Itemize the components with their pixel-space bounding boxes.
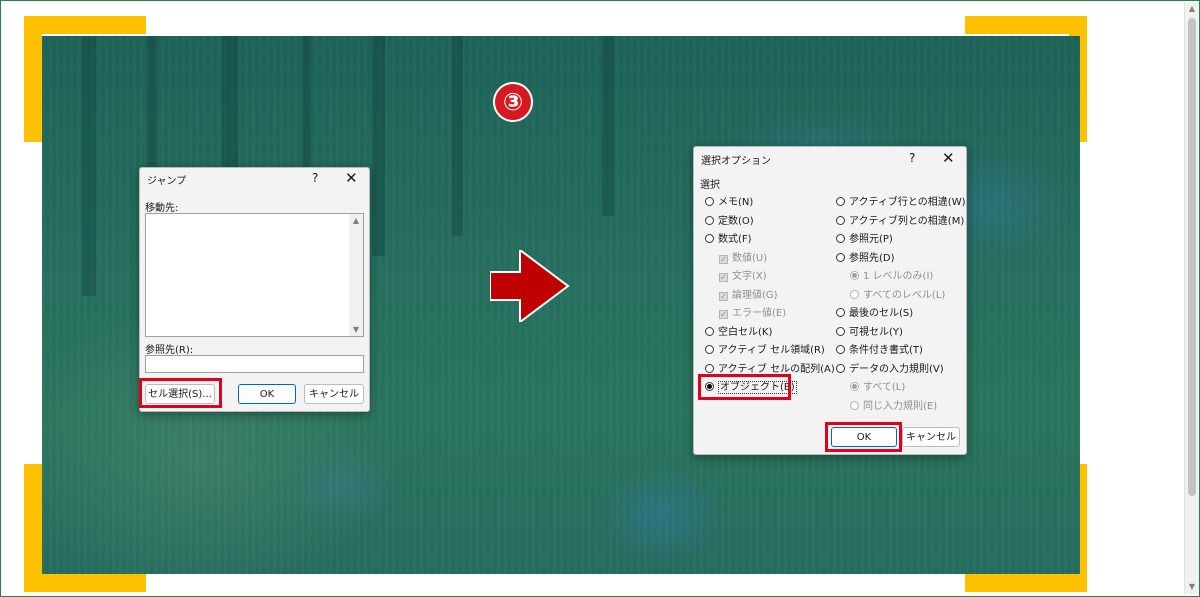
- option-label: アクティブ セルの配列(A): [718, 363, 835, 375]
- option-label: 文字(X): [732, 271, 767, 282]
- checkbox-icon: ✓: [719, 310, 728, 319]
- reference-label: 参照先(R):: [145, 345, 194, 356]
- option-label: 数値(U): [732, 252, 768, 264]
- option-label: 参照先(D): [849, 252, 895, 264]
- option-label: 数式(F): [718, 234, 752, 245]
- right-arrow-icon: [490, 250, 570, 322]
- reference-input[interactable]: [145, 355, 364, 373]
- scroll-down-icon[interactable]: ▼: [1185, 580, 1199, 594]
- highlight-ok-button: [825, 422, 902, 452]
- option-radio[interactable]: 条件付き書式(T): [836, 343, 923, 359]
- close-icon[interactable]: ✕: [345, 169, 358, 187]
- option-radio: 1 レベルのみ(I): [850, 269, 933, 285]
- cancel-button[interactable]: キャンセル: [902, 427, 960, 447]
- option-label: すべてのレベル(L): [863, 289, 946, 301]
- option-checkbox: ✓ 文字(X): [719, 269, 767, 285]
- option-radio: 同じ入力規則(E): [850, 399, 937, 415]
- scrollbar-thumb[interactable]: [1188, 18, 1196, 496]
- checkbox-icon: ✓: [719, 254, 728, 264]
- option-radio[interactable]: メモ(N): [705, 195, 753, 211]
- option-radio[interactable]: 定数(O): [705, 214, 754, 230]
- option-checkbox: ✓ 数値(U): [719, 251, 767, 267]
- radio-icon: [850, 400, 859, 410]
- option-label: アクティブ セル領域(R): [718, 345, 825, 356]
- scroll-up-icon[interactable]: ▲: [349, 216, 363, 225]
- radio-icon[interactable]: [836, 326, 845, 336]
- option-radio[interactable]: アクティブ行との相違(W): [836, 195, 966, 211]
- option-radio[interactable]: 可視セル(Y): [836, 325, 903, 341]
- jump-dialog-title: ジャンプ: [147, 176, 187, 187]
- radio-icon[interactable]: [705, 363, 714, 373]
- option-radio[interactable]: データの入力規則(V): [836, 362, 944, 378]
- radio-icon: [850, 382, 859, 391]
- goto-list[interactable]: ▲ ▼: [145, 213, 364, 337]
- option-radio[interactable]: 参照先(D): [836, 251, 895, 267]
- option-label: 空白セル(K): [718, 326, 773, 338]
- option-checkbox: ✓ 論理値(G): [719, 288, 778, 304]
- radio-icon[interactable]: [705, 326, 714, 336]
- radio-icon: [850, 289, 859, 299]
- option-radio[interactable]: 空白セル(K): [705, 325, 772, 341]
- highlight-object-option: [698, 374, 791, 400]
- radio-icon[interactable]: [705, 345, 714, 354]
- option-label: データの入力規則(V): [849, 363, 944, 375]
- goto-label: 移動先:: [145, 203, 179, 214]
- corner-mark-bottom-left-side: [24, 464, 42, 592]
- option-radio: すべて(L): [850, 380, 905, 396]
- corner-mark-top-left-side: [24, 16, 42, 142]
- jump-dialog-titlebar: ジャンプ ? ✕: [140, 168, 369, 190]
- option-label: アクティブ行との相違(W): [849, 197, 966, 208]
- option-radio[interactable]: 数式(F): [705, 232, 752, 248]
- radio-icon[interactable]: [836, 234, 845, 243]
- scroll-down-icon[interactable]: ▼: [349, 325, 363, 334]
- radio-icon[interactable]: [836, 215, 845, 225]
- select-dialog-titlebar: 選択オプション ? ✕: [694, 147, 966, 169]
- page-scrollbar[interactable]: ▲ ▼: [1184, 2, 1199, 594]
- option-label: 同じ入力規則(E): [863, 400, 938, 412]
- help-icon[interactable]: ?: [312, 171, 318, 185]
- option-label: 参照元(P): [849, 234, 893, 245]
- radio-icon[interactable]: [836, 197, 845, 206]
- select-dialog-title: 選択オプション: [701, 156, 771, 167]
- checkbox-icon: ✓: [719, 291, 728, 301]
- option-label: 条件付き書式(T): [849, 345, 923, 356]
- option-label: メモ(N): [718, 197, 754, 208]
- radio-icon[interactable]: [705, 234, 714, 243]
- radio-icon[interactable]: [705, 197, 714, 206]
- option-label: 最後のセル(S): [849, 308, 914, 319]
- step-number-badge: ③: [493, 82, 533, 122]
- help-icon[interactable]: ?: [909, 151, 915, 165]
- select-options-dialog: 選択オプション ? ✕ 選択 メモ(N) 定数(O) 数式(F) ✓ 数値(U) ✓ 文字(…: [693, 146, 967, 455]
- corner-mark-top-left: [24, 16, 146, 34]
- highlight-special-button: [139, 378, 222, 408]
- option-checkbox: ✓ エラー値(E): [719, 306, 786, 322]
- cancel-button[interactable]: キャンセル: [304, 384, 364, 404]
- corner-mark-bottom-left: [24, 574, 146, 592]
- option-label: 論理値(G): [732, 289, 778, 301]
- radio-icon[interactable]: [836, 345, 845, 354]
- scroll-up-icon[interactable]: ▲: [1185, 2, 1199, 16]
- option-radio[interactable]: 参照元(P): [836, 232, 893, 248]
- option-label: 定数(O): [718, 215, 754, 227]
- option-label: すべて(L): [863, 382, 906, 393]
- option-radio: すべてのレベル(L): [850, 288, 945, 304]
- select-group-label: 選択: [700, 180, 720, 191]
- option-label: エラー値(E): [732, 308, 787, 319]
- radio-icon[interactable]: [705, 215, 714, 225]
- radio-icon[interactable]: [836, 252, 845, 262]
- goto-list-scrollbar[interactable]: ▲ ▼: [349, 214, 363, 336]
- radio-icon[interactable]: [836, 363, 845, 373]
- option-radio[interactable]: 最後のセル(S): [836, 306, 913, 322]
- option-label: アクティブ列との相違(M): [849, 215, 965, 227]
- option-label: 1 レベルのみ(I): [863, 271, 934, 282]
- jump-dialog: ジャンプ ? ✕ 移動先: ▲ ▼ 参照先(R): セル選択(S)... OK …: [139, 167, 370, 412]
- checkbox-icon: ✓: [719, 273, 728, 282]
- radio-icon: [850, 271, 859, 280]
- option-label: 可視セル(Y): [849, 326, 903, 338]
- option-radio[interactable]: アクティブ列との相違(M): [836, 214, 964, 230]
- ok-button[interactable]: OK: [238, 384, 296, 404]
- close-icon[interactable]: ✕: [942, 149, 955, 167]
- radio-icon[interactable]: [836, 308, 845, 317]
- option-radio[interactable]: アクティブ セル領域(R): [705, 343, 825, 359]
